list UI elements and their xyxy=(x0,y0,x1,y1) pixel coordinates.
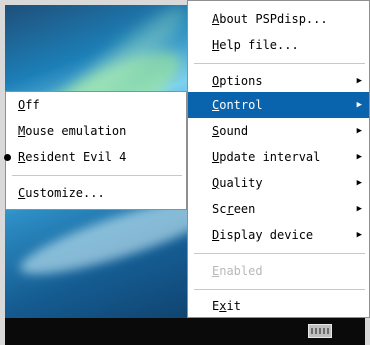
arrow-right-icon: ▶ xyxy=(356,152,362,162)
arrow-right-icon: ▶ xyxy=(356,230,362,240)
menu-item-label: About PSPdisp... xyxy=(212,12,328,26)
menu-item-label: Control xyxy=(212,98,263,112)
menu-item-options[interactable]: Options ▶ xyxy=(188,68,369,94)
menu-item-update-interval[interactable]: Update interval ▶ xyxy=(188,144,369,170)
control-submenu: Off Mouse emulation Resident Evil 4 Cust… xyxy=(4,91,187,210)
menu-item-control[interactable]: Control ▶ xyxy=(188,92,369,118)
submenu-item-off[interactable]: Off xyxy=(6,92,186,118)
menu-item-display-device[interactable]: Display device ▶ xyxy=(188,222,369,248)
menu-item-sound[interactable]: Sound ▶ xyxy=(188,118,369,144)
menu-item-screen[interactable]: Screen ▶ xyxy=(188,196,369,222)
menu-item-enabled: Enabled xyxy=(188,258,369,284)
screen: About PSPdisp... Help file... Options ▶ … xyxy=(0,0,370,345)
menu-item-label: Display device xyxy=(212,228,314,242)
menu-item-label: Help file... xyxy=(212,38,299,52)
menu-item-label: Sound xyxy=(212,124,249,138)
arrow-right-icon: ▶ xyxy=(356,126,362,136)
menu-item-help-file[interactable]: Help file... xyxy=(188,32,369,58)
arrow-right-icon: ▶ xyxy=(356,76,362,86)
taskbar xyxy=(5,318,365,345)
pspdisp-context-menu: About PSPdisp... Help file... Options ▶ … xyxy=(187,0,370,318)
menu-item-label: Quality xyxy=(212,176,263,190)
menu-item-label: Options xyxy=(212,74,263,88)
menu-separator xyxy=(12,175,182,176)
submenu-item-customize[interactable]: Customize... xyxy=(6,180,186,206)
menu-item-label: Screen xyxy=(212,202,256,216)
submenu-item-label: Resident Evil 4 xyxy=(18,150,127,164)
bullet-icon xyxy=(4,154,11,161)
menu-separator xyxy=(194,253,365,254)
menu-item-quality[interactable]: Quality ▶ xyxy=(188,170,369,196)
menu-item-about[interactable]: About PSPdisp... xyxy=(188,6,369,32)
submenu-item-label: Customize... xyxy=(18,186,105,200)
menu-item-label: Enabled xyxy=(212,264,263,278)
arrow-right-icon: ▶ xyxy=(356,100,362,110)
keyboard-icon[interactable] xyxy=(308,324,332,338)
submenu-item-resident-evil-4[interactable]: Resident Evil 4 xyxy=(4,144,186,170)
menu-separator xyxy=(194,63,365,64)
menu-item-label: Update interval xyxy=(212,150,321,164)
menu-separator xyxy=(194,289,365,290)
arrow-right-icon: ▶ xyxy=(356,178,362,188)
submenu-item-label: Mouse emulation xyxy=(18,124,127,138)
submenu-item-label: Off xyxy=(18,98,40,112)
arrow-right-icon: ▶ xyxy=(356,204,362,214)
menu-item-exit[interactable]: Exit xyxy=(188,294,369,318)
submenu-item-mouse-emulation[interactable]: Mouse emulation xyxy=(6,118,186,144)
menu-item-label: Exit xyxy=(212,299,241,313)
